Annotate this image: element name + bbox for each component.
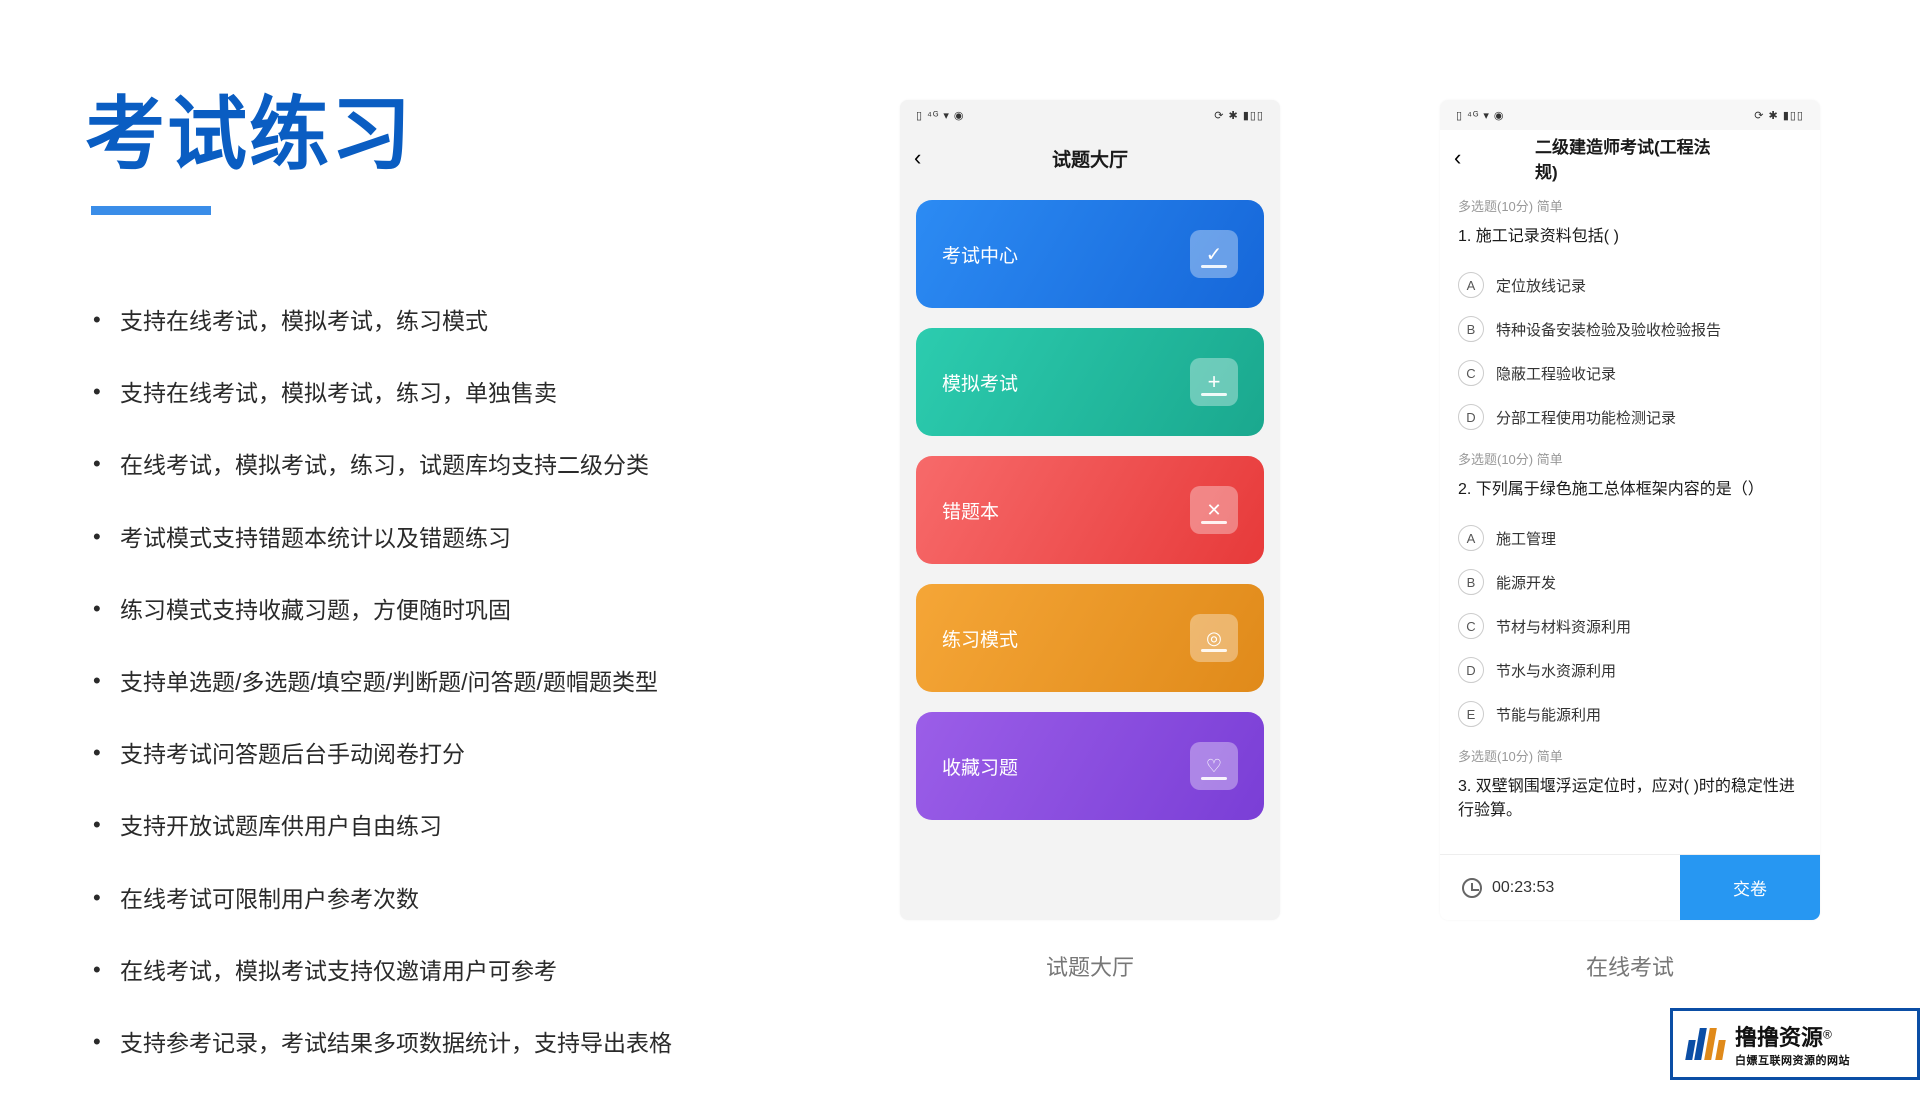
feature-item: 练习模式支持收藏习题，方便随时巩固 — [85, 594, 835, 626]
question-text: 1. 施工记录资料包括( ) — [1440, 215, 1820, 263]
option-row[interactable]: A 施工管理 — [1440, 516, 1820, 560]
option-badge: C — [1458, 360, 1484, 386]
back-icon[interactable]: ‹ — [1454, 145, 1461, 171]
option-badge: A — [1458, 272, 1484, 298]
question-text: 3. 双壁钢围堰浮运定位时，应对( )时的稳定性进行验算。 — [1440, 765, 1820, 826]
option-text: 隐蔽工程验收记录 — [1496, 363, 1616, 384]
option-text: 节材与材料资源利用 — [1496, 616, 1631, 637]
option-text: 节能与能源利用 — [1496, 704, 1601, 725]
nav-title: 试题大厅 — [1052, 145, 1128, 172]
option-badge: E — [1458, 701, 1484, 727]
card-wrong-book[interactable]: 错题本 ✕ — [916, 456, 1264, 564]
question-meta: 多选题(10分) 简单 — [1440, 439, 1820, 468]
option-row[interactable]: B 特种设备安装检验及验收检验报告 — [1440, 307, 1820, 351]
option-badge: C — [1458, 613, 1484, 639]
footer-logo: 撸撸资源® 白嫖互联网资源的网站 — [1670, 1008, 1920, 1080]
option-badge: D — [1458, 404, 1484, 430]
option-text: 施工管理 — [1496, 528, 1556, 549]
checklist-icon: ✓ — [1190, 230, 1238, 278]
option-text: 分部工程使用功能检测记录 — [1496, 407, 1676, 428]
status-right-icons: ⟳ ✱ ▮▯▯ — [1214, 109, 1264, 122]
logo-main-text: 撸撸资源 — [1735, 1025, 1823, 1050]
card-label: 模拟考试 — [942, 369, 1018, 396]
feature-item: 支持开放试题库供用户自由练习 — [85, 810, 835, 842]
feature-item: 在线考试，模拟考试支持仅邀请用户可参考 — [85, 955, 835, 987]
status-left-icons: ▯ ⁴ᴳ ▾ ◉ — [916, 109, 965, 122]
card-label: 练习模式 — [942, 625, 1018, 652]
option-badge: D — [1458, 657, 1484, 683]
feature-list: 支持在线考试，模拟考试，练习模式 支持在线考试，模拟考试，练习，单独售卖 在线考… — [85, 305, 835, 1059]
option-row[interactable]: D 分部工程使用功能检测记录 — [1440, 395, 1820, 439]
phone-mock-question-hall: ▯ ⁴ᴳ ▾ ◉ ⟳ ✱ ▮▯▯ ‹ 试题大厅 考试中心 ✓ 模拟考试 + 错题… — [900, 100, 1280, 920]
logo-mark-icon — [1683, 1022, 1727, 1066]
phone1-caption: 试题大厅 — [900, 950, 1280, 982]
clock-icon — [1462, 878, 1482, 898]
card-label: 错题本 — [942, 497, 999, 524]
option-row[interactable]: E 节能与能源利用 — [1440, 692, 1820, 736]
option-row[interactable]: D 节水与水资源利用 — [1440, 648, 1820, 692]
feature-item: 支持在线考试，模拟考试，练习，单独售卖 — [85, 377, 835, 409]
status-right-icons: ⟳ ✱ ▮▯▯ — [1754, 109, 1804, 122]
feature-item: 支持单选题/多选题/填空题/判断题/问答题/题帽题类型 — [85, 666, 835, 698]
phone-mock-online-exam: ▯ ⁴ᴳ ▾ ◉ ⟳ ✱ ▮▯▯ ‹ 二级建造师考试(工程法规) 多选题(10分… — [1440, 100, 1820, 920]
card-mock-exam[interactable]: 模拟考试 + — [916, 328, 1264, 436]
feature-item: 在线考试，模拟考试，练习，试题库均支持二级分类 — [85, 449, 835, 481]
question-meta: 多选题(10分) 简单 — [1440, 186, 1820, 215]
nav-bar: ‹ 二级建造师考试(工程法规) — [1440, 130, 1820, 186]
page-title: 考试练习 — [85, 70, 835, 186]
status-bar: ▯ ⁴ᴳ ▾ ◉ ⟳ ✱ ▮▯▯ — [900, 100, 1280, 130]
logo-sub-text: 白嫖互联网资源的网站 — [1735, 1052, 1850, 1068]
card-exam-center[interactable]: 考试中心 ✓ — [916, 200, 1264, 308]
option-row[interactable]: B 能源开发 — [1440, 560, 1820, 604]
option-text: 特种设备安装检验及验收检验报告 — [1496, 319, 1721, 340]
phone2-caption: 在线考试 — [1440, 950, 1820, 982]
option-text: 能源开发 — [1496, 572, 1556, 593]
option-text: 节水与水资源利用 — [1496, 660, 1616, 681]
x-icon: ✕ — [1190, 486, 1238, 534]
nav-bar: ‹ 试题大厅 — [900, 130, 1280, 186]
card-practice-mode[interactable]: 练习模式 ◎ — [916, 584, 1264, 692]
feature-item: 支持参考记录，考试结果多项数据统计，支持导出表格 — [85, 1027, 835, 1059]
feature-item: 考试模式支持错题本统计以及错题练习 — [85, 522, 835, 554]
plus-icon: + — [1190, 358, 1238, 406]
title-underline — [91, 206, 211, 215]
option-badge: A — [1458, 525, 1484, 551]
option-text: 定位放线记录 — [1496, 275, 1586, 296]
card-label: 收藏习题 — [942, 753, 1018, 780]
card-favorite[interactable]: 收藏习题 ♡ — [916, 712, 1264, 820]
timer-text: 00:23:53 — [1492, 879, 1554, 897]
question-text: 2. 下列属于绿色施工总体框架内容的是（） — [1440, 468, 1820, 516]
option-badge: B — [1458, 569, 1484, 595]
registered-icon: ® — [1823, 1028, 1832, 1042]
option-row[interactable]: C 节材与材料资源利用 — [1440, 604, 1820, 648]
bulb-icon: ◎ — [1190, 614, 1238, 662]
nav-title: 二级建造师考试(工程法规) — [1535, 133, 1725, 183]
card-label: 考试中心 — [942, 241, 1018, 268]
feature-item: 支持在线考试，模拟考试，练习模式 — [85, 305, 835, 337]
exam-footer: 00:23:53 交卷 — [1440, 854, 1820, 920]
heart-icon: ♡ — [1190, 742, 1238, 790]
option-row[interactable]: A 定位放线记录 — [1440, 263, 1820, 307]
submit-button[interactable]: 交卷 — [1680, 855, 1820, 920]
feature-item: 支持考试问答题后台手动阅卷打分 — [85, 738, 835, 770]
status-left-icons: ▯ ⁴ᴳ ▾ ◉ — [1456, 109, 1505, 122]
option-badge: B — [1458, 316, 1484, 342]
timer: 00:23:53 — [1440, 855, 1680, 920]
option-row[interactable]: C 隐蔽工程验收记录 — [1440, 351, 1820, 395]
status-bar: ▯ ⁴ᴳ ▾ ◉ ⟳ ✱ ▮▯▯ — [1440, 100, 1820, 130]
question-meta: 多选题(10分) 简单 — [1440, 736, 1820, 765]
back-icon[interactable]: ‹ — [914, 145, 921, 171]
feature-item: 在线考试可限制用户参考次数 — [85, 883, 835, 915]
